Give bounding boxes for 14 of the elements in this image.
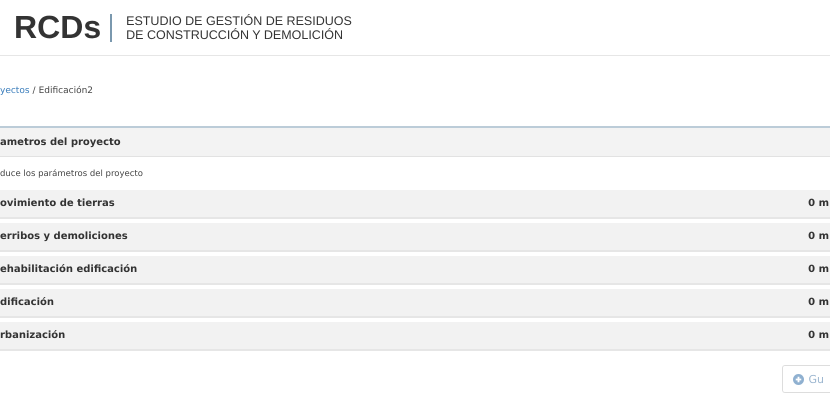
logo-text: RCDs <box>14 9 102 46</box>
plus-circle-icon <box>792 374 804 384</box>
panel-header: ametros del proyecto <box>0 126 830 157</box>
parameter-row[interactable]: dificación 0 m <box>0 289 830 318</box>
breadcrumb-link[interactable]: yectos <box>0 86 30 96</box>
parameter-row[interactable]: erribos y demoliciones 0 m <box>0 223 830 252</box>
breadcrumb-current: Edificación2 <box>38 86 94 96</box>
breadcrumb-separator: / <box>32 86 36 96</box>
parameter-row[interactable]: ovimiento de tierras 0 m <box>0 190 830 219</box>
parameter-row[interactable]: ehabilitación edificación 0 m <box>0 256 830 285</box>
app-subtitle: DE CONSTRUCCIÓN Y DEMOLICIÓN <box>126 28 344 42</box>
parameter-row[interactable]: rbanización 0 m <box>0 322 830 351</box>
app-subtitle: ESTUDIO DE GESTIÓN DE RESIDUOS <box>126 14 352 28</box>
panel-description: duce los parámetros del proyecto <box>0 168 144 180</box>
